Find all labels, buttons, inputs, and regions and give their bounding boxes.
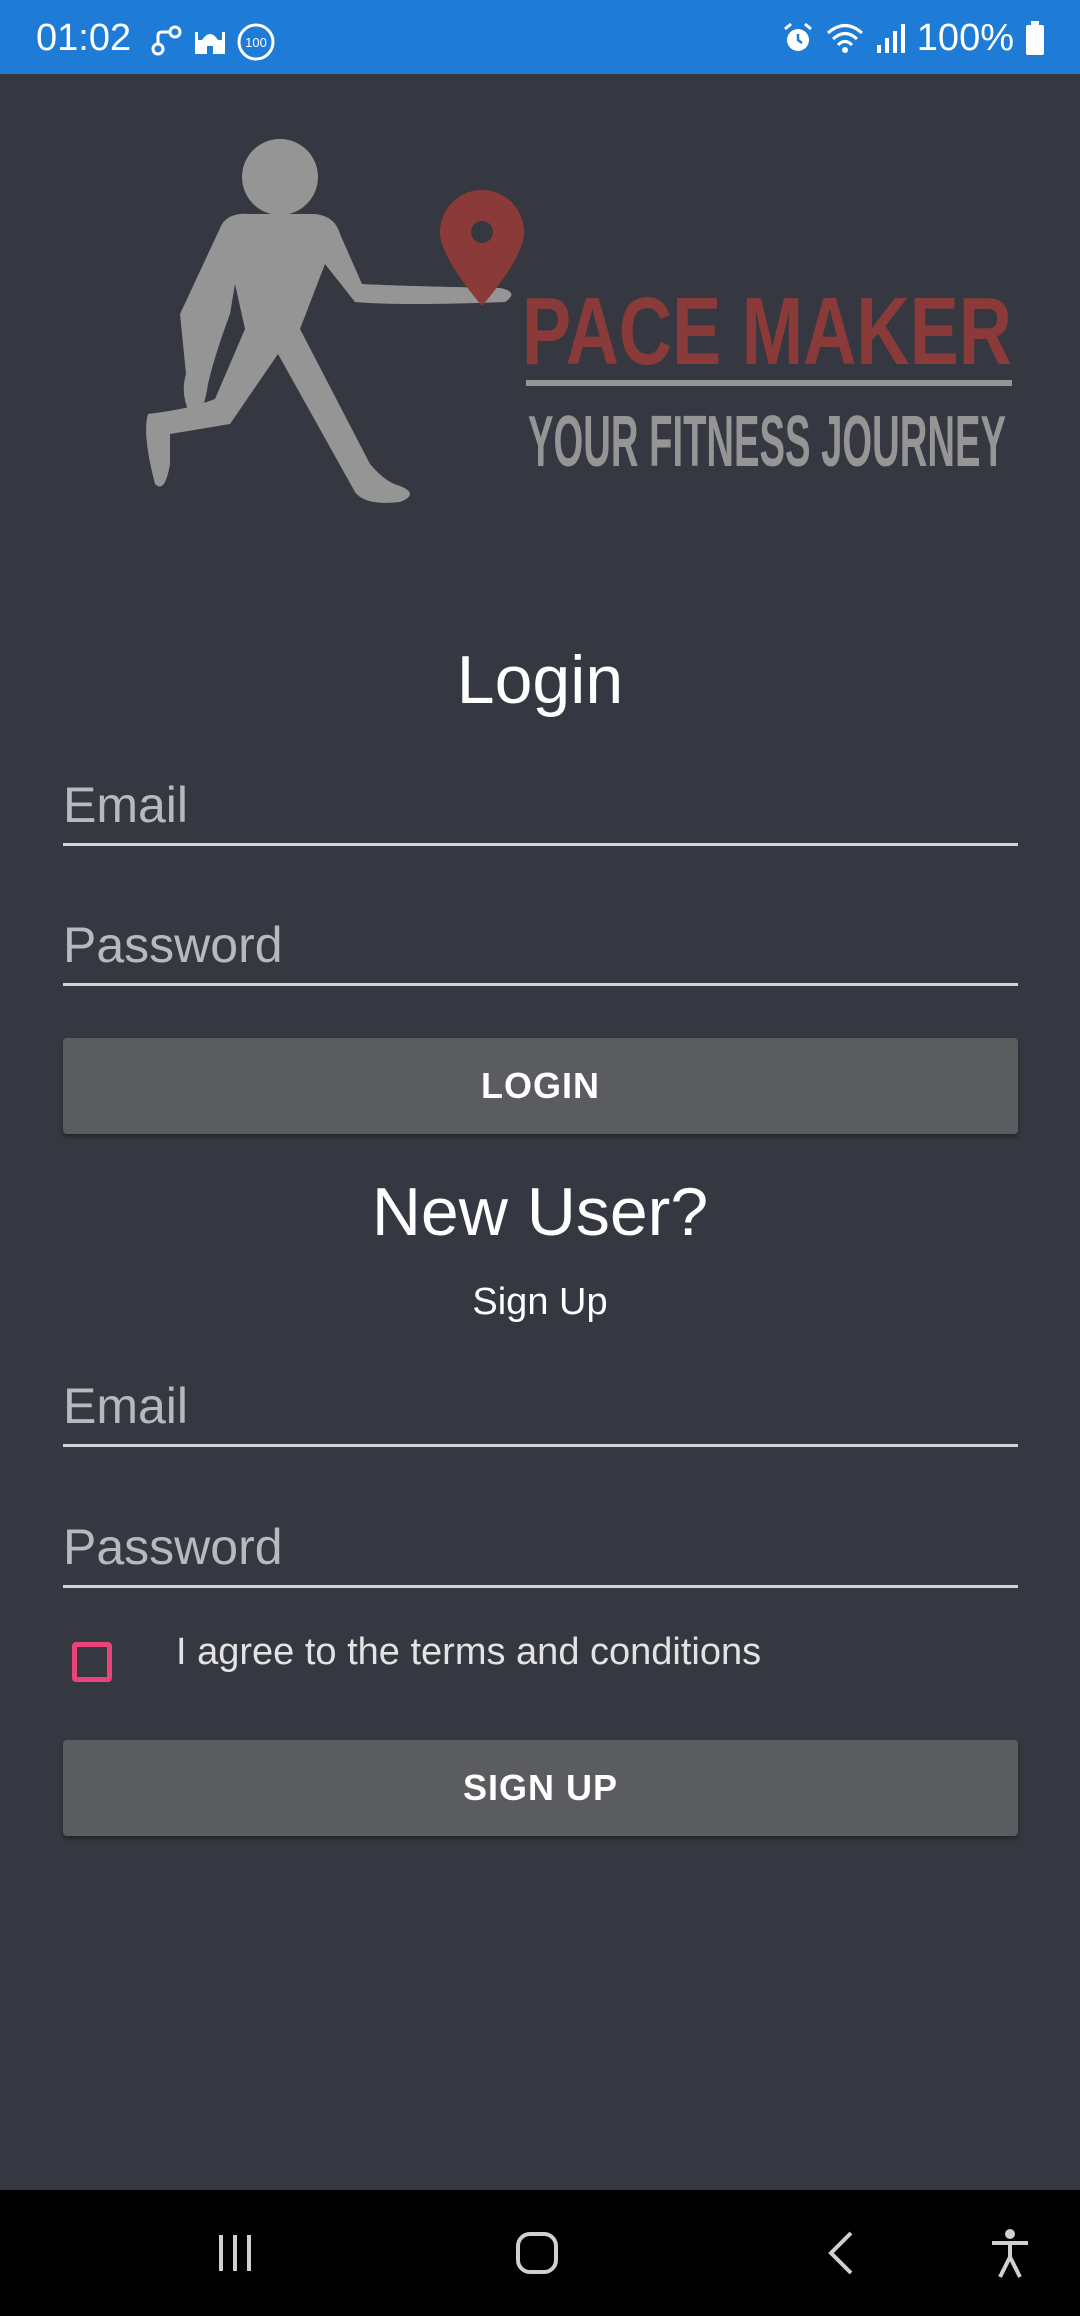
pace-maker-logo: PACE MAKER YOUR FITNESS JOURNEY [146,139,1012,503]
terms-label: I agree to the terms and conditions [176,1631,762,1673]
signup-password-input[interactable] [63,1515,1018,1579]
battery-icon [1026,21,1044,55]
link-icon [151,25,182,56]
login-button[interactable]: LOGIN [63,1038,1018,1134]
terms-checkbox[interactable] [72,1642,112,1682]
signup-email-input[interactable] [63,1374,1018,1438]
login-password-field [63,913,1018,986]
status-left-icons: 100 [148,22,276,62]
new-user-heading: New User? [371,1174,709,1250]
logo-divider [526,380,1012,386]
mosque-icon [195,32,225,54]
runner-figure [146,139,512,503]
back-icon [828,2231,853,2275]
recent-apps-button[interactable] [180,2190,290,2316]
accessibility-icon [992,2229,1028,2278]
accessibility-button[interactable] [960,2190,1060,2316]
signup-email-field [63,1374,1018,1447]
signup-password-field [63,1515,1018,1588]
battery-percent: 100% [916,17,1014,59]
login-password-input[interactable] [63,913,1018,977]
login-email-field [63,773,1018,846]
wifi-icon [826,24,863,53]
badge-100-text: 100 [245,35,267,50]
logo-tagline-text: YOUR FITNESS JOURNEY [528,402,1006,482]
home-button[interactable] [482,2190,592,2316]
status-bar: 01:02 100 100% [0,0,1080,74]
home-icon [516,2232,558,2274]
alarm-icon [783,22,812,51]
system-nav-bar [0,2190,1080,2316]
sign-up-link[interactable]: Sign Up [0,1280,1080,1324]
login-email-input[interactable] [63,773,1018,837]
login-title: Login [456,642,624,718]
logo-brand-text: PACE MAKER [522,278,1012,385]
back-button[interactable] [786,2190,896,2316]
status-time: 01:02 [36,17,132,59]
signal-icon [876,24,905,53]
sign-up-button[interactable]: SIGN UP [63,1740,1018,1836]
recent-apps-icon [219,2235,251,2271]
status-right-icons: 100% [781,18,1046,58]
badge-100-icon: 100 [237,23,275,61]
